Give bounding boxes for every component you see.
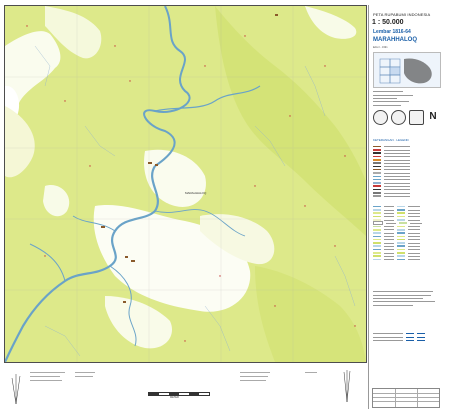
margin-note-6	[240, 372, 270, 373]
agency-seal-icon	[373, 110, 388, 125]
map-series-title: PETA RUPABUMI INDONESIA	[373, 12, 431, 17]
margin-note-1	[30, 372, 65, 373]
sheet-name: MARAHHALOQ	[373, 37, 417, 43]
declination-diagram	[340, 368, 354, 404]
locator-diagram	[8, 372, 24, 406]
margin-note-7	[240, 376, 268, 377]
legend-notes	[373, 290, 439, 306]
scale-bar	[148, 392, 210, 396]
margin-note-2	[30, 376, 60, 377]
partner-logo-icon	[409, 110, 424, 125]
map-scale: 1 : 50.000	[372, 19, 404, 26]
map-label-marahhaloq: MARAHHALOQ	[185, 191, 207, 195]
scale-bar-label: METER	[170, 396, 179, 399]
margin-note-9	[305, 372, 317, 373]
north-arrow-icon: N	[429, 111, 437, 122]
sheet-index-table	[372, 388, 440, 408]
map-drawing: MARAHHALOQ	[5, 6, 366, 362]
legend-symbols	[373, 145, 439, 198]
legend-landcover	[373, 205, 439, 261]
map-face: MARAHHALOQ	[4, 5, 367, 363]
index-map	[373, 52, 441, 88]
margin-note-5	[75, 376, 93, 377]
margin-note-4	[75, 372, 95, 373]
margin-note-3	[30, 380, 62, 381]
map-sheet: MARAHHALOQ PETA RUPABUMI INDONESIA 1 : 5…	[0, 0, 450, 414]
agency-emblem-icon	[391, 110, 406, 125]
datum-table	[373, 332, 439, 342]
legend-title: KETERANGAN · LEGEND	[373, 138, 409, 142]
edition-text: Edisi I - 1991	[373, 46, 388, 49]
sheet-number: Lembar 1816-64	[373, 29, 411, 35]
agency-logos: N	[373, 110, 439, 128]
margin-note-8	[240, 380, 266, 381]
index-notes	[373, 90, 439, 106]
